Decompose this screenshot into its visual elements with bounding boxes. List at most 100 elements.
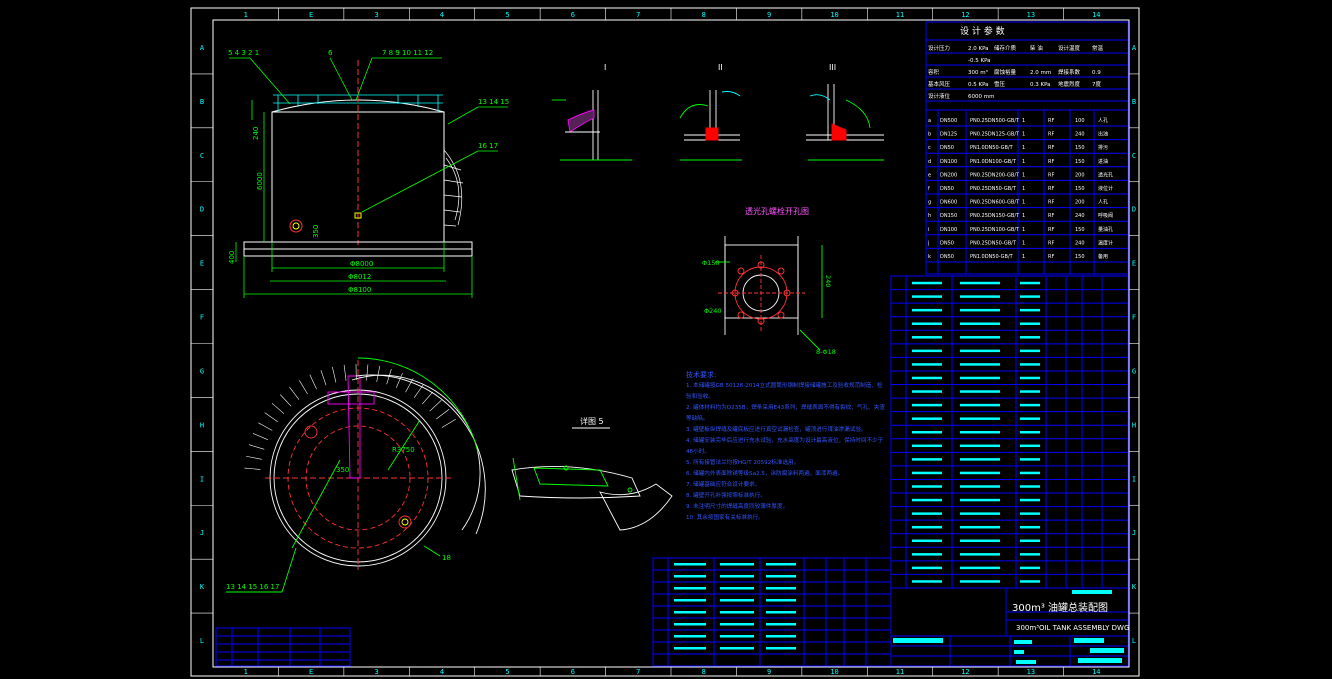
nozzle-cell: b [928, 132, 931, 138]
note-line: 2. 罐体材料均为Q235B，焊条采用E43系列，焊缝表面不得有裂纹、气孔、夹渣… [686, 405, 885, 422]
spec-table-title: 设 计 参 数 [960, 25, 1005, 37]
nozzle-cell: 150 [1075, 159, 1085, 165]
plan-stair-treads [244, 364, 456, 470]
svg-text:350: 350 [312, 225, 320, 238]
svg-text:16 17: 16 17 [478, 142, 498, 150]
nozzle-cell: 1 [1022, 159, 1025, 165]
grid-col-label: 10 [830, 668, 838, 676]
elevation-labels: 5 4 3 2 1 6 7 8 9 10 11 12 13 14 15 16 1… [228, 49, 509, 294]
spec-cell: 容积 [928, 68, 940, 76]
nozzle-cell: 240 [1075, 213, 1085, 219]
svg-text:13 14 15: 13 14 15 [478, 98, 509, 106]
svg-text:R3750: R3750 [392, 446, 415, 454]
spec-cell: 0.3 KPa [1030, 82, 1051, 88]
grid-row-label: D [1132, 206, 1136, 214]
nozzle-cell: e [928, 172, 931, 178]
svg-text:Φ8012: Φ8012 [348, 273, 371, 281]
nozzle-cell: 1 [1022, 200, 1025, 206]
grid-col-label: 14 [1092, 11, 1100, 19]
grid-row-label: G [1132, 367, 1136, 375]
note-line: 10. 其余按国家有关标准执行。 [686, 515, 764, 521]
cad-drawing: 11EE3344556677889910101111121213131414A A… [190, 7, 1140, 677]
nozzle-cell: j [927, 240, 929, 246]
nozzle-cell: RF [1048, 213, 1054, 219]
spec-cell: 6000 mm [968, 94, 994, 100]
svg-text:8-Φ18: 8-Φ18 [816, 348, 836, 356]
grid-row-label: F [200, 314, 204, 322]
nozzle-cell: 150 [1075, 254, 1085, 260]
grid-col-label: 12 [961, 11, 969, 19]
nozzle-cell: RF [1048, 132, 1054, 138]
nozzle-cell: RF [1048, 200, 1054, 206]
nozzle-cell: RF [1048, 254, 1054, 260]
spec-cell: 储存介质 [994, 44, 1017, 52]
nozzle-cell: PN1.0DN100-GB/T [970, 159, 1017, 165]
nozzle-cell: 240 [1075, 132, 1085, 138]
nozzle-cell: 量油孔 [1098, 226, 1113, 233]
note-line: 9. 未注明尺寸的焊缝高度同较薄件厚度。 [686, 504, 789, 510]
nozzle-cell: 150 [1075, 227, 1085, 233]
technical-notes: 技术要求: 1. 本储罐按GB 50128-2014立式圆筒形钢制焊接储罐施工及… [686, 370, 886, 524]
nozzle-cell: 进油 [1098, 158, 1108, 165]
nozzle-cell: 100 [1075, 118, 1085, 124]
detail-5: 详图 5 [511, 416, 673, 531]
grid-col-label: 8 [702, 668, 706, 676]
nozzle-cell: RF [1048, 145, 1054, 151]
nozzle-cell: 呼吸阀 [1098, 212, 1113, 219]
svg-text:350: 350 [336, 466, 349, 474]
spec-cell: 柴 油 [1030, 44, 1043, 52]
nozzle-cell: PN0.25DN200-GB/T [970, 172, 1020, 178]
nozzle-cell: 1 [1022, 227, 1025, 233]
nozzle-cell: RF [1048, 227, 1054, 233]
nozzle-cell: f [928, 186, 930, 192]
nozzle-cell: k [928, 254, 931, 260]
grid-col-label: 5 [505, 668, 509, 676]
grid-row-label: C [200, 152, 204, 160]
svg-text:透光孔螺栓开孔图: 透光孔螺栓开孔图 [745, 206, 809, 216]
nozzle-cell: PN0.25DN500-GB/T [970, 118, 1020, 124]
spec-cell: -0.5 KPa [968, 58, 991, 64]
note-line: 4. 储罐安装完毕后应进行充水试验，充水高度为设计最高液位，保持时间不少于48小… [686, 438, 884, 455]
grid-row-label: H [200, 421, 204, 429]
grid-col-label: 6 [571, 668, 575, 676]
spec-cell: 雪压 [994, 81, 1006, 88]
svg-text:400: 400 [228, 251, 236, 264]
spec-cell: 焊接系数 [1058, 68, 1081, 76]
spec-rows: 设计压力 2.0 KPa 储存介质 柴 油 设计温度 常温 -0.5 KPa 容积 300 m³… [928, 44, 1104, 100]
nozzle-cell: RF [1048, 172, 1054, 178]
nozzle-cell: 150 [1075, 145, 1085, 151]
spec-cell: 设计温度 [1058, 44, 1081, 52]
nozzle-cell: c [928, 145, 931, 151]
drawing-title-en: 300m³OIL TANK ASSEMBLY DWG [1016, 624, 1129, 632]
nozzle-cell: DN150 [940, 213, 957, 219]
nozzle-cell: 出油 [1098, 131, 1108, 138]
grid-col-label: E [309, 668, 313, 676]
nozzle-cell: 1 [1022, 240, 1025, 246]
outer-border [190, 7, 1140, 677]
grid-row-label: B [1132, 98, 1136, 106]
note-line: 1. 本储罐按GB 50128-2014立式圆筒形钢制焊接储罐施工及验收规范制造… [686, 383, 883, 400]
nozzle-cell: i [928, 227, 929, 233]
grid-row-label: I [1132, 475, 1136, 483]
drawing-title-cn: 300m³ 油罐总装配图 [1012, 601, 1108, 614]
nozzle-cell: DN50 [940, 254, 954, 260]
grid-row-label: J [1132, 529, 1136, 537]
svg-text:Φ8000: Φ8000 [350, 260, 373, 268]
nozzle-cell: DN500 [940, 118, 957, 124]
detail-III: III [806, 63, 884, 161]
spec-cell: 7度 [1092, 80, 1101, 88]
nozzle-cell: DN200 [940, 172, 957, 178]
svg-text:6: 6 [328, 49, 333, 57]
svg-text:II: II [718, 63, 723, 72]
nozzle-cell: RF [1048, 118, 1054, 124]
grid-col-label: 3 [374, 11, 378, 19]
grid-row-label: F [1132, 314, 1136, 322]
nozzle-cell: h [928, 213, 931, 219]
grid-col-label: 7 [636, 11, 640, 19]
nozzle-cell: DN125 [940, 132, 957, 138]
grid-col-label: 13 [1027, 668, 1035, 676]
nozzle-cell: 1 [1022, 254, 1025, 260]
grid-col-label: 8 [702, 11, 706, 19]
spec-cell: 设计液位 [928, 92, 951, 100]
nozzle-cell: 1 [1022, 213, 1025, 219]
